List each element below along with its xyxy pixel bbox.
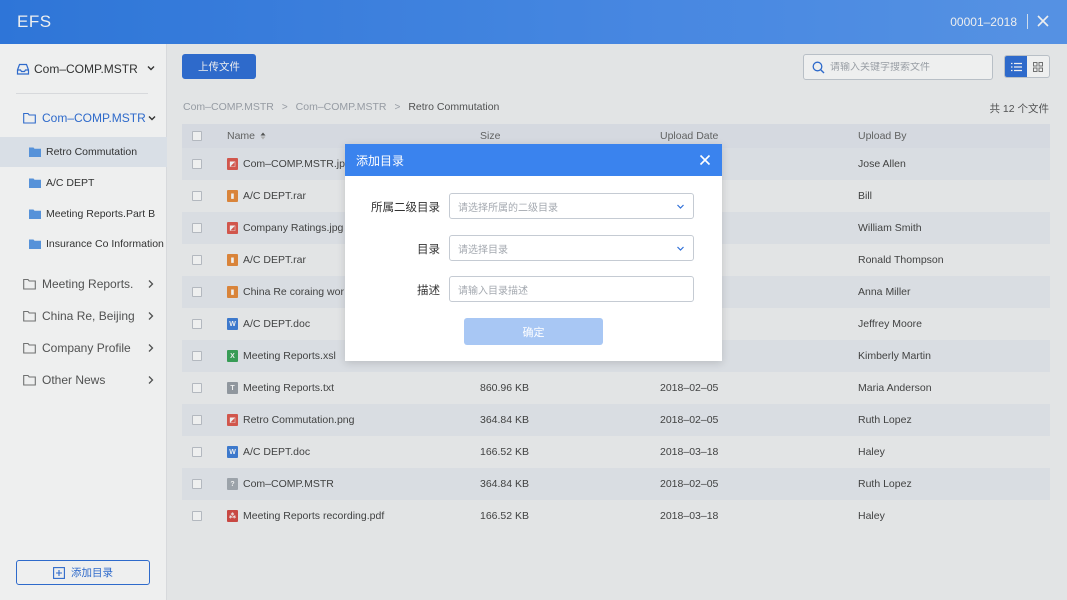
description-row: 描述 请输入目录描述 [345, 276, 722, 302]
add-directory-dialog: 添加目录 所属二级目录 请选择所属的二级目录 目录 请选择目录 描述 请输入目录… [345, 144, 722, 361]
field-label: 目录 [417, 244, 440, 256]
chevron-down-icon [677, 204, 684, 209]
field-label: 所属二级目录 [371, 202, 440, 214]
dialog-header: 添加目录 [345, 144, 722, 176]
select-placeholder: 请选择目录 [458, 244, 508, 256]
select-placeholder: 请选择所属的二级目录 [458, 202, 558, 214]
directory-select[interactable]: 请选择目录 [449, 235, 694, 261]
directory-row: 目录 请选择目录 [345, 235, 722, 261]
close-icon[interactable] [699, 154, 711, 166]
input-placeholder: 请输入目录描述 [458, 285, 528, 297]
chevron-down-icon [677, 246, 684, 251]
parent-directory-select[interactable]: 请选择所属的二级目录 [449, 193, 694, 219]
confirm-button[interactable]: 确定 [464, 318, 603, 345]
description-input[interactable]: 请输入目录描述 [449, 276, 694, 302]
field-label: 描述 [417, 285, 440, 297]
dialog-title: 添加目录 [356, 153, 405, 168]
parent-directory-row: 所属二级目录 请选择所属的二级目录 [345, 193, 722, 219]
